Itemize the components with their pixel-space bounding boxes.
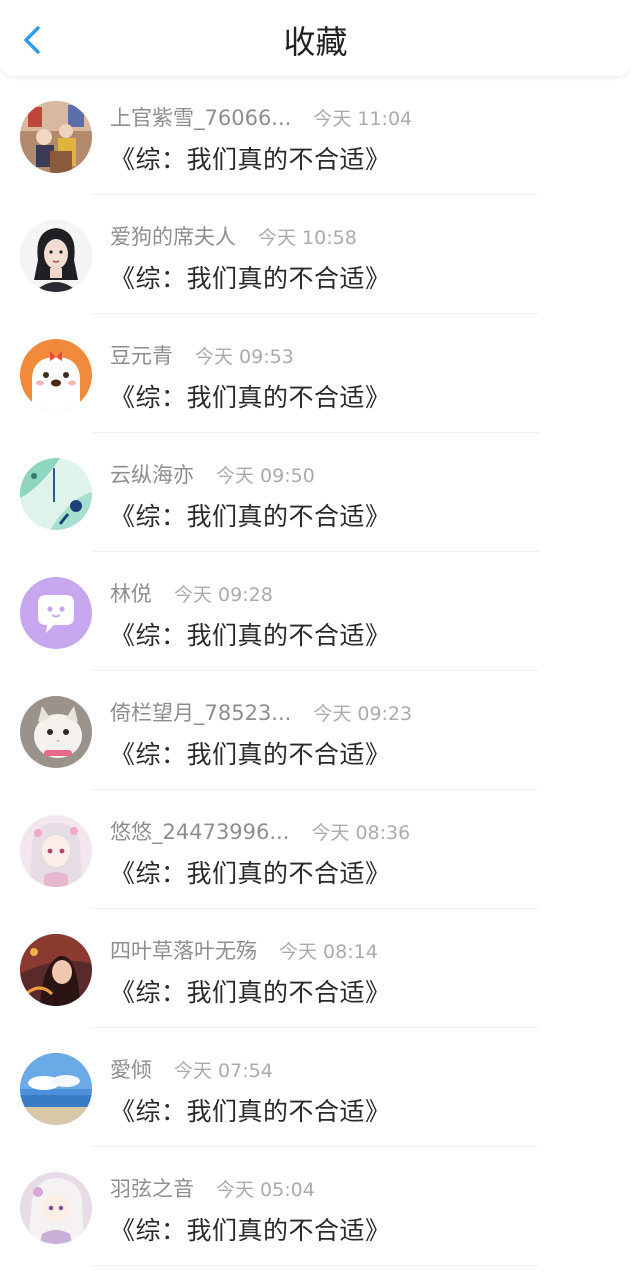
user-name: 悠悠_24473996... (110, 820, 290, 844)
avatar[interactable] (20, 696, 92, 768)
user-name: 四叶草落叶无殇 (110, 939, 257, 963)
timestamp: 今天 09:53 (195, 345, 294, 368)
list-item[interactable]: 倚栏望月_78523... 今天 09:23 《综：我们真的不合适》 (0, 671, 631, 790)
list-item[interactable]: 愛倾 今天 07:54 《综：我们真的不合适》 (0, 1028, 631, 1147)
avatar[interactable] (20, 101, 92, 173)
timestamp: 今天 05:04 (216, 1178, 315, 1201)
avatar[interactable] (20, 220, 92, 292)
user-name: 倚栏望月_78523... (110, 701, 292, 725)
user-name: 林侻 (110, 582, 152, 606)
list-item[interactable]: 上官紫雪_76066... 今天 11:04 《综：我们真的不合适》 (0, 76, 631, 195)
book-title[interactable]: 《综：我们真的不合适》 (110, 140, 391, 176)
timestamp: 今天 08:36 (311, 821, 411, 844)
avatar[interactable] (20, 1053, 92, 1125)
timestamp: 今天 09:23 (313, 702, 413, 725)
list-item[interactable]: 林侻 今天 09:28 《综：我们真的不合适》 (0, 552, 631, 671)
user-name: 羽弦之音 (110, 1177, 194, 1201)
avatar[interactable] (20, 934, 92, 1006)
book-title[interactable]: 《综：我们真的不合适》 (110, 616, 391, 652)
timestamp: 今天 09:28 (174, 583, 273, 606)
book-title[interactable]: 《综：我们真的不合适》 (110, 1211, 391, 1247)
avatar[interactable] (20, 458, 92, 530)
user-name: 云纵海亦 (110, 463, 194, 487)
book-title[interactable]: 《综：我们真的不合适》 (110, 378, 391, 414)
user-name: 愛倾 (110, 1058, 152, 1082)
list-item[interactable]: 羽弦之音 今天 05:04 《综：我们真的不合适》 (0, 1147, 631, 1266)
book-title[interactable]: 《综：我们真的不合适》 (110, 854, 391, 890)
avatar[interactable] (20, 815, 92, 887)
user-name: 上官紫雪_76066... (110, 106, 292, 130)
book-title[interactable]: 《综：我们真的不合适》 (110, 1092, 391, 1128)
timestamp: 今天 08:14 (279, 940, 378, 963)
timestamp: 今天 09:50 (216, 464, 315, 487)
avatar[interactable] (20, 577, 92, 649)
divider (92, 1265, 539, 1266)
user-name: 豆元青 (110, 344, 173, 368)
book-title[interactable]: 《综：我们真的不合适》 (110, 259, 391, 295)
list-item[interactable]: 豆元青 今天 09:53 《综：我们真的不合适》 (0, 314, 631, 433)
list-item[interactable]: 爱狗的席夫人 今天 10:58 《综：我们真的不合适》 (0, 195, 631, 314)
book-title[interactable]: 《综：我们真的不合适》 (110, 973, 391, 1009)
timestamp: 今天 11:04 (313, 107, 413, 130)
favorites-list: 上官紫雪_76066... 今天 11:04 《综：我们真的不合适》 爱狗的席夫… (0, 76, 631, 1266)
page-title: 收藏 (283, 23, 348, 61)
list-item[interactable]: 云纵海亦 今天 09:50 《综：我们真的不合适》 (0, 433, 631, 552)
avatar[interactable] (20, 339, 92, 411)
timestamp: 今天 10:58 (258, 226, 357, 249)
list-item[interactable]: 悠悠_24473996... 今天 08:36 《综：我们真的不合适》 (0, 790, 631, 909)
user-name: 爱狗的席夫人 (110, 225, 236, 249)
avatar[interactable] (20, 1172, 92, 1244)
book-title[interactable]: 《综：我们真的不合适》 (110, 735, 391, 771)
book-title[interactable]: 《综：我们真的不合适》 (110, 497, 391, 533)
timestamp: 今天 07:54 (174, 1059, 273, 1082)
header-bar: 收藏 (0, 0, 631, 76)
list-item[interactable]: 四叶草落叶无殇 今天 08:14 《综：我们真的不合适》 (0, 909, 631, 1028)
